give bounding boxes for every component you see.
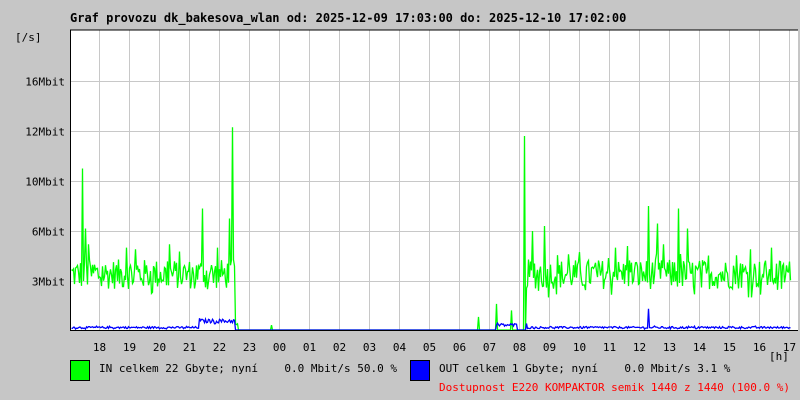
legend-out-swatch — [410, 360, 430, 381]
legend-in-swatch — [70, 360, 90, 381]
x-tick-label: 15 — [723, 341, 736, 354]
x-tick-label: 14 — [693, 341, 707, 354]
y-tick-label: 6Mbit — [32, 226, 65, 239]
x-tick-label: 20 — [153, 341, 166, 354]
legend-in-text: IN celkem 22 Gbyte; nyní 0.0 Mbit/s 50.0… — [99, 362, 397, 375]
availability-text: Dostupnost E220 KOMPAKTOR semik 1440 z 1… — [439, 381, 790, 394]
x-tick-label: 07 — [483, 341, 496, 354]
x-tick-label: 00 — [273, 341, 286, 354]
x-axis-unit: [h] — [769, 350, 789, 363]
y-tick-label: 3Mbit — [32, 276, 65, 289]
y-tick-label: 16Mbit — [25, 76, 65, 89]
y-tick-label: 12Mbit — [25, 126, 65, 139]
x-tick-label: 08 — [513, 341, 526, 354]
x-tick-label: 10 — [573, 341, 586, 354]
x-tick-label: 01 — [303, 341, 316, 354]
x-tick-label: 16 — [753, 341, 766, 354]
x-tick-label: 22 — [213, 341, 226, 354]
x-tick-label: 18 — [93, 341, 106, 354]
x-tick-label: 13 — [663, 341, 676, 354]
x-tick-label: 19 — [123, 341, 136, 354]
x-tick-label: 05 — [423, 341, 436, 354]
x-ticks: 18 19 20 21 22 23 00 01 02 03 04 05 06 07 08 09 10 11 12 13… — [93, 341, 796, 354]
chart-title: Graf provozu dk_bakesova_wlan od: 2025-1… — [70, 11, 626, 26]
y-tick-label: 10Mbit — [25, 176, 65, 189]
x-tick-label: 21 — [183, 341, 196, 354]
plot-area — [70, 30, 798, 330]
x-tick-label: 04 — [393, 341, 407, 354]
x-tick-label: 02 — [333, 341, 346, 354]
x-tick-label: 11 — [603, 341, 616, 354]
legend-out-text: OUT celkem 1 Gbyte; nyní 0.0 Mbit/s 3.1 … — [439, 362, 731, 375]
traffic-graph: Graf provozu dk_bakesova_wlan od: 2025-1… — [0, 0, 800, 400]
x-tick-label: 09 — [543, 341, 556, 354]
x-tick-label: 06 — [453, 341, 466, 354]
x-tick-label: 12 — [633, 341, 646, 354]
x-tick-label: 03 — [363, 341, 376, 354]
x-tick-label: 23 — [243, 341, 256, 354]
y-ticks: 3Mbit 6Mbit 10Mbit 12Mbit 16Mbit — [25, 76, 65, 289]
chart-svg: Graf provozu dk_bakesova_wlan od: 2025-1… — [15, 11, 798, 394]
y-axis-unit: [/s] — [15, 31, 42, 44]
